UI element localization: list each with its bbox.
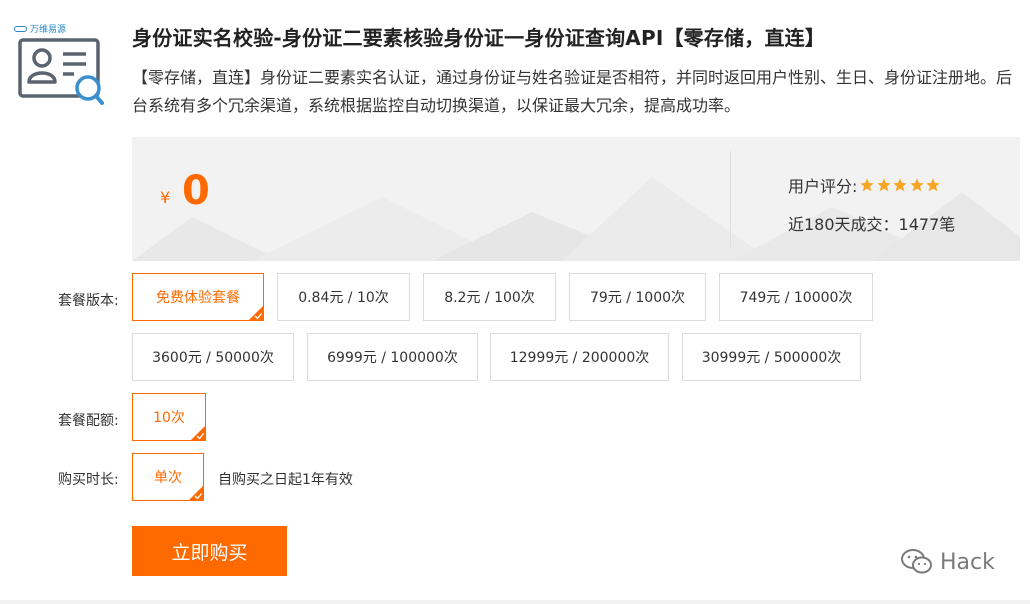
rating-stars: [859, 177, 942, 193]
product-logo: 万维易源: [14, 22, 106, 105]
selected-check-icon: [188, 485, 204, 501]
star-icon: [877, 178, 891, 192]
panel-divider: [730, 151, 731, 247]
package-option-label: 30999元 / 500000次: [701, 350, 842, 366]
package-option-label: 3600元 / 50000次: [152, 350, 274, 366]
wechat-icon: [901, 549, 932, 574]
star-icon: [910, 178, 924, 192]
sales-count: 近180天成交：1477笔: [788, 215, 956, 234]
watermark-text: Hack: [940, 549, 995, 575]
duration-option[interactable]: 单次: [132, 453, 204, 501]
package-option-label: 免费体验套餐: [156, 290, 240, 306]
duration-option-label: 单次: [154, 470, 182, 486]
product-title: 身份证实名校验-身份证二要素核验身份证一身份证查询API【零存储，直连】: [132, 26, 826, 50]
star-icon: [893, 178, 908, 192]
quota-option-label: 10次: [153, 410, 185, 426]
package-option-label: 0.84元 / 10次: [298, 290, 389, 306]
package-option[interactable]: 6999元 / 100000次: [307, 333, 478, 381]
brand-logo-icon: [14, 25, 27, 32]
price-panel: ¥ 0 用户评分: 近180天成交：1477笔: [132, 137, 1020, 261]
package-option[interactable]: 免费体验套餐: [132, 273, 264, 321]
currency-symbol: ¥: [160, 188, 171, 207]
package-option-label: 12999元 / 200000次: [509, 350, 650, 366]
package-option[interactable]: 79元 / 1000次: [569, 273, 706, 321]
quota-label: 套餐配额:: [58, 413, 119, 429]
package-option[interactable]: 12999元 / 200000次: [490, 333, 669, 381]
star-icon: [926, 178, 941, 192]
user-rating: 用户评分:: [788, 173, 942, 197]
package-option[interactable]: 8.2元 / 100次: [423, 273, 556, 321]
quota-option[interactable]: 10次: [132, 393, 206, 441]
package-option[interactable]: 749元 / 10000次: [719, 273, 873, 321]
rating-label: 用户评分:: [788, 177, 858, 196]
package-option-label: 6999元 / 100000次: [327, 350, 458, 366]
brand-logo: 万维易源: [14, 22, 66, 35]
price-value: 0: [182, 168, 210, 214]
package-label: 套餐版本:: [58, 293, 119, 309]
star-icon: [860, 178, 875, 192]
package-option[interactable]: 3600元 / 50000次: [132, 333, 294, 381]
duration-label: 购买时长:: [58, 472, 119, 488]
package-option-label: 79元 / 1000次: [589, 290, 686, 306]
package-option[interactable]: 30999元 / 500000次: [682, 333, 861, 381]
id-card-search-icon: [18, 38, 104, 105]
package-option-label: 749元 / 10000次: [739, 290, 853, 306]
package-option-label: 8.2元 / 100次: [444, 290, 535, 306]
selected-check-icon: [190, 425, 206, 441]
validity-note: 自购买之日起1年有效: [218, 472, 353, 488]
buy-now-button[interactable]: 立即购买: [132, 526, 287, 576]
bottom-divider: [0, 600, 1030, 604]
watermark: Hack: [900, 548, 995, 576]
panel-background-pattern: [132, 177, 1020, 261]
product-description: 【零存储，直连】身份证二要素实名认证，通过身份证与姓名验证是否相符，并同时返回用…: [132, 68, 1013, 115]
package-option[interactable]: 0.84元 / 10次: [277, 273, 410, 321]
brand-logo-text: 万维易源: [30, 25, 67, 35]
selected-check-icon: [248, 305, 264, 321]
